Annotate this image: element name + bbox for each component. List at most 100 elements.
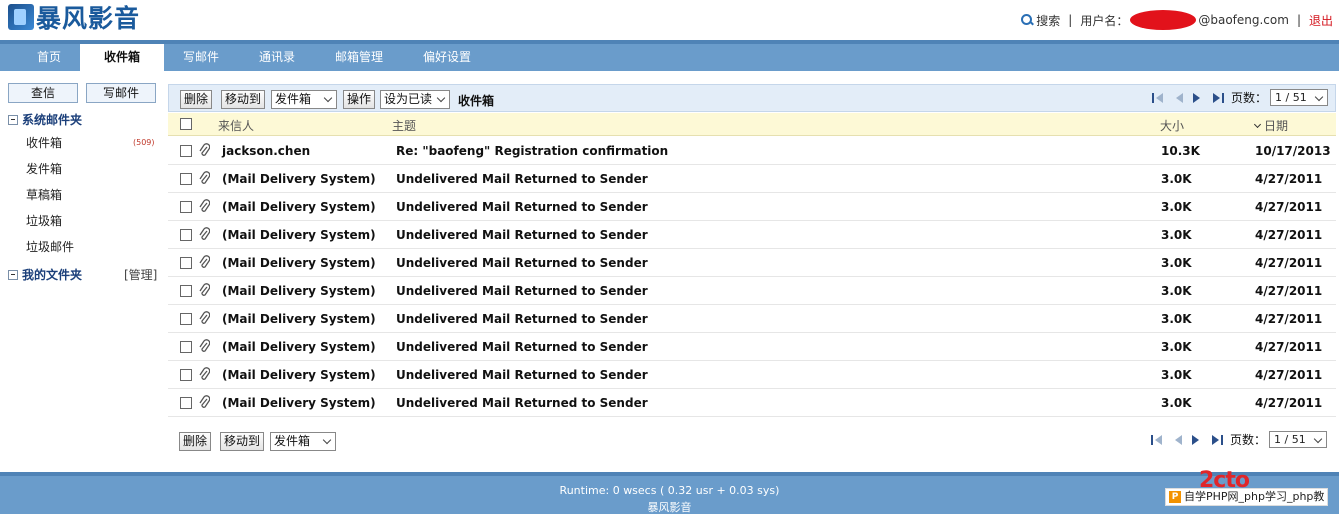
search-link[interactable]: 搜索 xyxy=(1036,12,1060,29)
move-target-select[interactable]: 发件箱 xyxy=(271,90,337,109)
first-page-icon[interactable] xyxy=(1150,433,1164,447)
select-all-checkbox[interactable] xyxy=(180,118,192,130)
list-header: 来信人 主题 大小 日期 xyxy=(168,113,1336,136)
table-row[interactable]: (Mail Delivery System) Undelivered Mail R… xyxy=(168,389,1336,417)
row-subject[interactable]: Undelivered Mail Returned to Sender xyxy=(396,256,648,270)
runtime-text: Runtime: 0 wsecs ( 0.32 usr + 0.03 sys) xyxy=(559,484,780,497)
table-row[interactable]: (Mail Delivery System) Undelivered Mail R… xyxy=(168,305,1336,333)
row-subject[interactable]: Undelivered Mail Returned to Sender xyxy=(396,228,648,242)
baofeng-logo[interactable]: 暴风影音 xyxy=(8,2,140,33)
first-page-icon[interactable] xyxy=(1151,91,1165,105)
row-checkbox[interactable] xyxy=(180,285,192,297)
table-row[interactable]: (Mail Delivery System) Undelivered Mail R… xyxy=(168,165,1336,193)
compose-button[interactable]: 写邮件 xyxy=(86,83,156,103)
tab-compose[interactable]: 写邮件 xyxy=(168,44,234,71)
row-checkbox[interactable] xyxy=(180,229,192,241)
table-row[interactable]: (Mail Delivery System) Undelivered Mail R… xyxy=(168,221,1336,249)
row-checkbox[interactable] xyxy=(180,173,192,185)
row-from[interactable]: (Mail Delivery System) xyxy=(222,172,376,186)
row-checkbox[interactable] xyxy=(180,397,192,409)
row-subject[interactable]: Undelivered Mail Returned to Sender xyxy=(396,172,648,186)
sidebar-item-sent[interactable]: 发件箱 xyxy=(26,160,62,177)
table-row[interactable]: (Mail Delivery System) Undelivered Mail R… xyxy=(168,361,1336,389)
row-from[interactable]: (Mail Delivery System) xyxy=(222,368,376,382)
logout-link[interactable]: 退出 xyxy=(1309,12,1333,29)
row-from[interactable]: (Mail Delivery System) xyxy=(222,396,376,410)
table-row[interactable]: (Mail Delivery System) Undelivered Mail R… xyxy=(168,277,1336,305)
collapse-icon[interactable] xyxy=(8,269,18,280)
row-checkbox[interactable] xyxy=(180,341,192,353)
mark-as-select[interactable]: 设为已读 xyxy=(380,90,450,109)
sidebar-item-inbox[interactable]: 收件箱 xyxy=(26,134,62,151)
sidebar-item-drafts[interactable]: 草稿箱 xyxy=(26,186,62,203)
attachment-icon xyxy=(199,395,210,408)
move-to-button[interactable]: 移动到 xyxy=(221,90,266,109)
tab-mailbox-manage[interactable]: 邮箱管理 xyxy=(320,44,398,71)
footer: Runtime: 0 wsecs ( 0.32 usr + 0.03 sys) … xyxy=(0,472,1339,514)
prev-page-icon[interactable] xyxy=(1171,91,1185,105)
delete-button[interactable]: 删除 xyxy=(179,432,212,451)
row-from[interactable]: (Mail Delivery System) xyxy=(222,228,376,242)
row-size: 3.0K xyxy=(1161,340,1192,354)
row-subject[interactable]: Undelivered Mail Returned to Sender xyxy=(396,368,648,382)
manage-folders-link[interactable]: [管理] xyxy=(124,266,157,283)
tab-inbox[interactable]: 收件箱 xyxy=(80,44,164,71)
row-checkbox[interactable] xyxy=(180,257,192,269)
last-page-icon[interactable] xyxy=(1211,91,1225,105)
page-select[interactable]: 1 / 51 xyxy=(1270,89,1329,106)
row-from[interactable]: (Mail Delivery System) xyxy=(222,340,376,354)
row-size: 10.3K xyxy=(1161,144,1200,158)
delete-button[interactable]: 删除 xyxy=(180,90,213,109)
col-from[interactable]: 来信人 xyxy=(218,117,254,134)
col-size[interactable]: 大小 xyxy=(1160,117,1184,134)
move-target-select[interactable]: 发件箱 xyxy=(270,432,336,451)
attachment-icon xyxy=(199,227,210,240)
col-date[interactable]: 日期 xyxy=(1254,117,1288,134)
my-folders-header[interactable]: 我的文件夹 xyxy=(8,266,82,283)
row-subject[interactable]: Undelivered Mail Returned to Sender xyxy=(396,200,648,214)
row-from[interactable]: (Mail Delivery System) xyxy=(222,284,376,298)
row-subject[interactable]: Undelivered Mail Returned to Sender xyxy=(396,312,648,326)
row-from[interactable]: (Mail Delivery System) xyxy=(222,256,376,270)
attachment-icon xyxy=(199,367,210,380)
page-select[interactable]: 1 / 51 xyxy=(1269,431,1328,448)
row-date: 4/27/2011 xyxy=(1255,284,1323,298)
main-nav: 首页 收件箱 写邮件 通讯录 邮箱管理 偏好设置 xyxy=(0,40,1339,71)
table-row[interactable]: (Mail Delivery System) Undelivered Mail R… xyxy=(168,333,1336,361)
row-checkbox[interactable] xyxy=(180,369,192,381)
row-checkbox[interactable] xyxy=(180,201,192,213)
system-folders-label: 系统邮件夹 xyxy=(22,113,83,127)
sidebar-item-trash[interactable]: 垃圾箱 xyxy=(26,212,62,229)
row-subject[interactable]: Re: "baofeng" Registration confirmation xyxy=(396,144,668,158)
sidebar-item-spam[interactable]: 垃圾邮件 xyxy=(26,238,74,255)
row-subject[interactable]: Undelivered Mail Returned to Sender xyxy=(396,284,648,298)
row-from[interactable]: jackson.chen xyxy=(222,144,310,158)
last-page-icon[interactable] xyxy=(1210,433,1224,447)
row-from[interactable]: (Mail Delivery System) xyxy=(222,312,376,326)
tab-home[interactable]: 首页 xyxy=(14,44,84,71)
table-row[interactable]: (Mail Delivery System) Undelivered Mail R… xyxy=(168,193,1336,221)
tab-preferences[interactable]: 偏好设置 xyxy=(408,44,486,71)
row-checkbox[interactable] xyxy=(180,313,192,325)
separator: | xyxy=(1296,13,1301,27)
row-checkbox[interactable] xyxy=(180,145,192,157)
check-mail-button[interactable]: 查信 xyxy=(8,83,78,103)
move-to-button[interactable]: 移动到 xyxy=(220,432,265,451)
redacted-username xyxy=(1130,10,1197,30)
operate-button[interactable]: 操作 xyxy=(343,90,376,109)
row-subject[interactable]: Undelivered Mail Returned to Sender xyxy=(396,340,648,354)
system-folders-header[interactable]: 系统邮件夹 xyxy=(8,111,82,128)
col-subject[interactable]: 主题 xyxy=(392,117,416,134)
tab-contacts[interactable]: 通讯录 xyxy=(244,44,310,71)
row-from[interactable]: (Mail Delivery System) xyxy=(222,200,376,214)
row-subject[interactable]: Undelivered Mail Returned to Sender xyxy=(396,396,648,410)
next-page-icon[interactable] xyxy=(1190,433,1204,447)
next-page-icon[interactable] xyxy=(1191,91,1205,105)
table-row[interactable]: jackson.chen Re: "baofeng" Registration c… xyxy=(168,137,1336,165)
table-row[interactable]: (Mail Delivery System) Undelivered Mail R… xyxy=(168,249,1336,277)
mark-as-value: 设为已读 xyxy=(384,92,433,106)
watermark-p-icon: P xyxy=(1169,491,1181,503)
prev-page-icon[interactable] xyxy=(1170,433,1184,447)
search-icon[interactable] xyxy=(1021,14,1033,26)
collapse-icon[interactable] xyxy=(8,114,18,125)
